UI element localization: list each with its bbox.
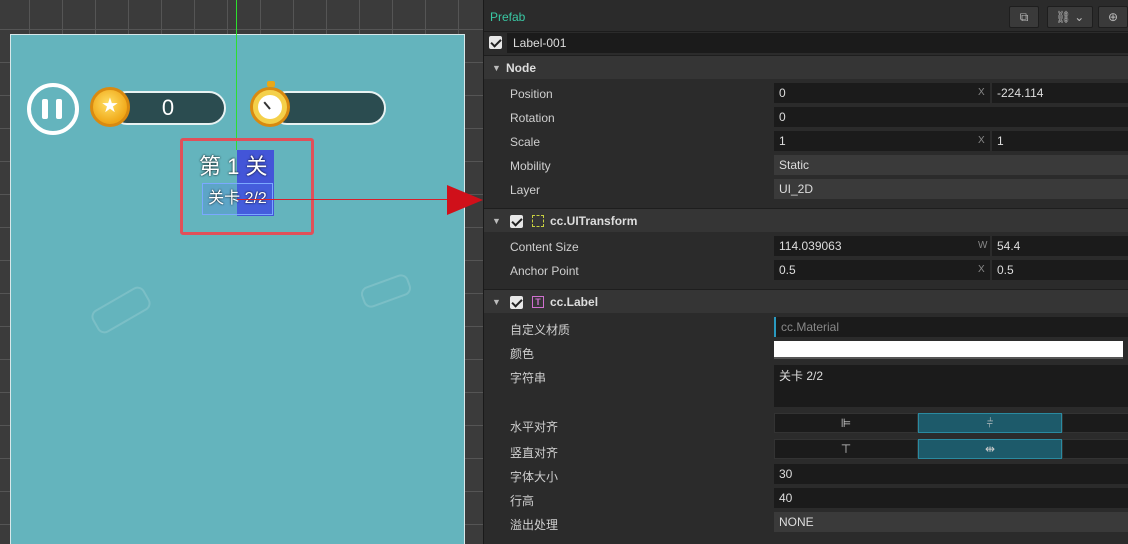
inspector-panel: Prefab ⧉ ⛓ ⌄ ⊕ Label-001 ▼ Node Position… xyxy=(483,0,1128,544)
scale-x-field[interactable]: 1 xyxy=(774,131,990,151)
inspector-header: Prefab ⧉ ⛓ ⌄ ⊕ xyxy=(484,0,1128,32)
overflow-label: 溢出处理 xyxy=(510,518,559,532)
scale-y-field[interactable]: 1 xyxy=(992,131,1128,151)
link-icon: ⛓ ⌄ xyxy=(1055,10,1085,24)
align-middle-button[interactable]: ⇹ xyxy=(918,439,1062,459)
content-size-row: Content Size 114.039063 W 54.4 xyxy=(484,235,1128,259)
section-title: cc.UITransform xyxy=(550,214,638,228)
color-row: 颜色 xyxy=(484,340,1128,364)
edit-icon: ⧉ xyxy=(1019,10,1029,24)
string-label: 字符串 xyxy=(510,371,547,385)
transform-icon xyxy=(532,215,544,227)
w-axis-label: W xyxy=(978,240,988,251)
stopwatch-icon xyxy=(250,81,290,127)
valign-row: 竖直对齐 ⊤ ⇹ xyxy=(484,439,1128,463)
align-middle-icon: ⇹ xyxy=(984,442,996,456)
inspector-title: Prefab xyxy=(490,10,526,24)
position-x-field[interactable]: 0 xyxy=(774,83,990,103)
rotation-label: Rotation xyxy=(510,111,555,125)
scale-label: Scale xyxy=(510,135,541,149)
font-size-field[interactable]: 30 xyxy=(774,464,1128,484)
line-height-label: 行高 xyxy=(510,494,535,508)
layer-select[interactable]: UI_2D xyxy=(774,179,1128,199)
coin-count: 0 xyxy=(161,95,175,120)
pause-button[interactable] xyxy=(27,83,79,135)
uitransform-section-header[interactable]: ▼ cc.UITransform xyxy=(484,208,1128,232)
scale-row: Scale 1 X 1 xyxy=(484,130,1128,154)
component-enabled-checkbox[interactable] xyxy=(510,296,523,309)
position-label: Position xyxy=(510,87,553,101)
material-label: 自定义材质 xyxy=(510,323,571,337)
collapse-arrow-icon: ▼ xyxy=(492,63,501,73)
layer-row: Layer UI_2D xyxy=(484,178,1128,202)
content-size-label: Content Size xyxy=(510,240,579,254)
line-height-row: 行高 40 xyxy=(484,487,1128,511)
y-axis-gizmo[interactable] xyxy=(236,0,237,150)
anchor-label: Anchor Point xyxy=(510,264,579,278)
anchor-y-field[interactable]: 0.5 xyxy=(992,260,1128,280)
label-section-header[interactable]: ▼ T cc.Label xyxy=(484,289,1128,313)
node-active-checkbox[interactable] xyxy=(489,36,502,49)
mobility-row: Mobility Static xyxy=(484,154,1128,178)
component-enabled-checkbox[interactable] xyxy=(510,215,523,228)
align-right-button[interactable] xyxy=(1062,413,1128,433)
section-title: Node xyxy=(506,61,536,75)
background-decoration xyxy=(358,272,414,310)
align-left-icon: ⊫ xyxy=(840,416,852,430)
x-axis-label: X xyxy=(978,87,985,98)
string-row: 字符串 关卡 2/2 xyxy=(484,364,1128,410)
align-top-button[interactable]: ⊤ xyxy=(774,439,918,459)
align-center-button[interactable]: ⫩ xyxy=(918,413,1062,433)
align-bottom-button[interactable] xyxy=(1062,439,1128,459)
x-axis-label: X xyxy=(978,264,985,275)
star-coin-icon: ★ xyxy=(90,87,130,127)
node-section-header[interactable]: ▼ Node xyxy=(484,55,1128,79)
edit-button[interactable]: ⧉ xyxy=(1009,6,1039,28)
mobility-select[interactable]: Static xyxy=(774,155,1128,175)
position-y-field[interactable]: -224.114 xyxy=(992,83,1128,103)
section-title: cc.Label xyxy=(550,295,599,309)
link-button[interactable]: ⛓ ⌄ xyxy=(1047,6,1093,28)
scene-view[interactable]: 0 ★ 第 1 关 关卡 2/2 xyxy=(0,0,483,544)
collapse-arrow-icon: ▼ xyxy=(492,216,501,226)
font-size-label: 字体大小 xyxy=(510,470,559,484)
line-height-field[interactable]: 40 xyxy=(774,488,1128,508)
color-swatch[interactable] xyxy=(774,341,1123,359)
align-center-icon: ⫩ xyxy=(986,416,994,430)
node-name-field[interactable]: Label-001 xyxy=(507,33,1128,53)
x-axis-label: X xyxy=(978,135,985,146)
halign-label: 水平对齐 xyxy=(510,420,559,434)
locate-button[interactable]: ⊕ xyxy=(1098,6,1128,28)
text-icon: T xyxy=(532,296,544,308)
pause-icon xyxy=(56,99,62,119)
x-axis-gizmo[interactable] xyxy=(237,199,452,200)
align-left-button[interactable]: ⊫ xyxy=(774,413,918,433)
pause-icon xyxy=(42,99,48,119)
position-row: Position 0 X -224.114 xyxy=(484,82,1128,106)
halign-row: 水平对齐 ⊫ ⫩ xyxy=(484,413,1128,437)
material-field[interactable]: cc.Material xyxy=(774,317,1128,337)
background-decoration xyxy=(88,283,154,337)
color-label: 颜色 xyxy=(510,347,535,361)
x-axis-arrow-handle[interactable] xyxy=(447,185,483,215)
content-width-field[interactable]: 114.039063 xyxy=(774,236,990,256)
selection-rect[interactable] xyxy=(180,138,314,235)
valign-label: 竖直对齐 xyxy=(510,446,559,460)
overflow-select[interactable]: NONE xyxy=(774,512,1128,532)
material-row: 自定义材质 cc.Material xyxy=(484,316,1128,340)
collapse-arrow-icon: ▼ xyxy=(492,297,501,307)
content-height-field[interactable]: 54.4 xyxy=(992,236,1128,256)
node-name-row: Label-001 xyxy=(489,33,1128,53)
anchor-row: Anchor Point 0.5 X 0.5 xyxy=(484,259,1128,283)
mobility-label: Mobility xyxy=(510,159,551,173)
layer-label: Layer xyxy=(510,183,541,197)
string-textarea[interactable]: 关卡 2/2 xyxy=(774,365,1128,407)
anchor-x-field[interactable]: 0.5 xyxy=(774,260,990,280)
font-size-row: 字体大小 30 xyxy=(484,463,1128,487)
rotation-field[interactable]: 0 xyxy=(774,107,1128,127)
overflow-row: 溢出处理 NONE xyxy=(484,511,1128,535)
rotation-row: Rotation 0 xyxy=(484,106,1128,130)
target-icon: ⊕ xyxy=(1107,10,1119,24)
align-top-icon: ⊤ xyxy=(840,442,852,456)
